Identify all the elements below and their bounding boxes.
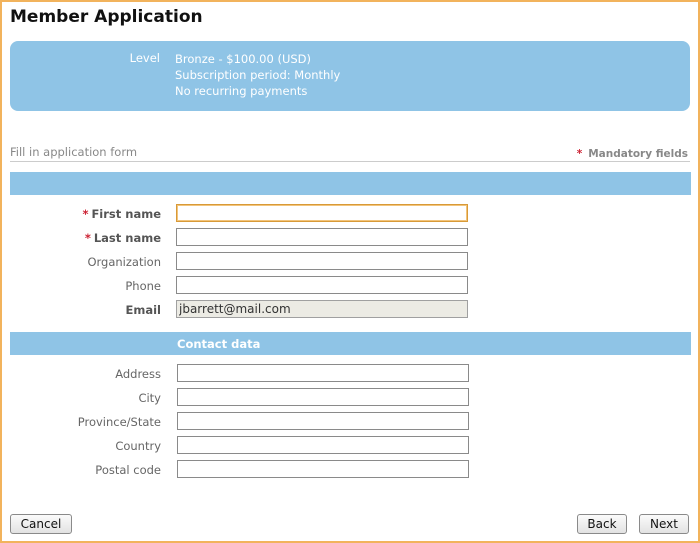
postal-code-label: Postal code [95, 463, 161, 477]
email-input [176, 300, 468, 318]
province-state-label: Province/State [77, 415, 161, 429]
province-state-row: Province/State [2, 412, 700, 432]
mandatory-note-text: Mandatory fields [588, 148, 688, 160]
cancel-button[interactable]: Cancel [10, 514, 72, 534]
mandatory-note: * Mandatory fields [577, 148, 688, 160]
back-button[interactable]: Back [577, 514, 627, 534]
personal-section-header [10, 172, 691, 195]
phone-label: Phone [125, 279, 161, 293]
contact-section-header: Contact data [10, 332, 691, 355]
divider [10, 161, 690, 162]
organization-label: Organization [87, 255, 161, 269]
city-input[interactable] [177, 388, 469, 406]
last-name-row: * Last name [2, 228, 700, 248]
postal-code-input[interactable] [177, 460, 469, 478]
organization-input[interactable] [176, 252, 468, 270]
email-row: Email [2, 300, 700, 320]
contact-section-title: Contact data [177, 337, 261, 351]
email-label: Email [125, 303, 161, 317]
level-summary-box: Level Bronze - $100.00 (USD) Subscriptio… [10, 41, 690, 111]
required-star-icon: * [82, 207, 89, 221]
application-window: Member Application Level Bronze - $100.0… [0, 0, 700, 543]
level-price: Bronze - $100.00 (USD) [175, 52, 312, 66]
last-name-label: * Last name [84, 231, 161, 245]
province-state-input[interactable] [177, 412, 469, 430]
next-button[interactable]: Next [639, 514, 689, 534]
address-label: Address [115, 367, 161, 381]
required-star-icon: * [576, 148, 583, 160]
page-title: Member Application [10, 7, 203, 27]
required-star-icon: * [84, 231, 91, 245]
country-row: Country [2, 436, 700, 456]
city-label: City [138, 391, 161, 405]
address-row: Address [2, 364, 700, 384]
country-label: Country [115, 439, 161, 453]
phone-input[interactable] [176, 276, 468, 294]
postal-code-row: Postal code [2, 460, 700, 480]
first-name-row: * First name [2, 204, 700, 224]
address-input[interactable] [177, 364, 469, 382]
first-name-input[interactable] [176, 204, 468, 222]
level-label: Level [129, 51, 160, 65]
phone-row: Phone [2, 276, 700, 296]
first-name-label: * First name [82, 207, 161, 221]
level-recurring: No recurring payments [175, 84, 308, 98]
level-subscription-period: Subscription period: Monthly [175, 68, 341, 82]
organization-row: Organization [2, 252, 700, 272]
city-row: City [2, 388, 700, 408]
form-intro: Fill in application form [10, 145, 138, 159]
last-name-input[interactable] [176, 228, 468, 246]
country-input[interactable] [177, 436, 469, 454]
level-details: Bronze - $100.00 (USD) Subscription peri… [175, 51, 340, 99]
